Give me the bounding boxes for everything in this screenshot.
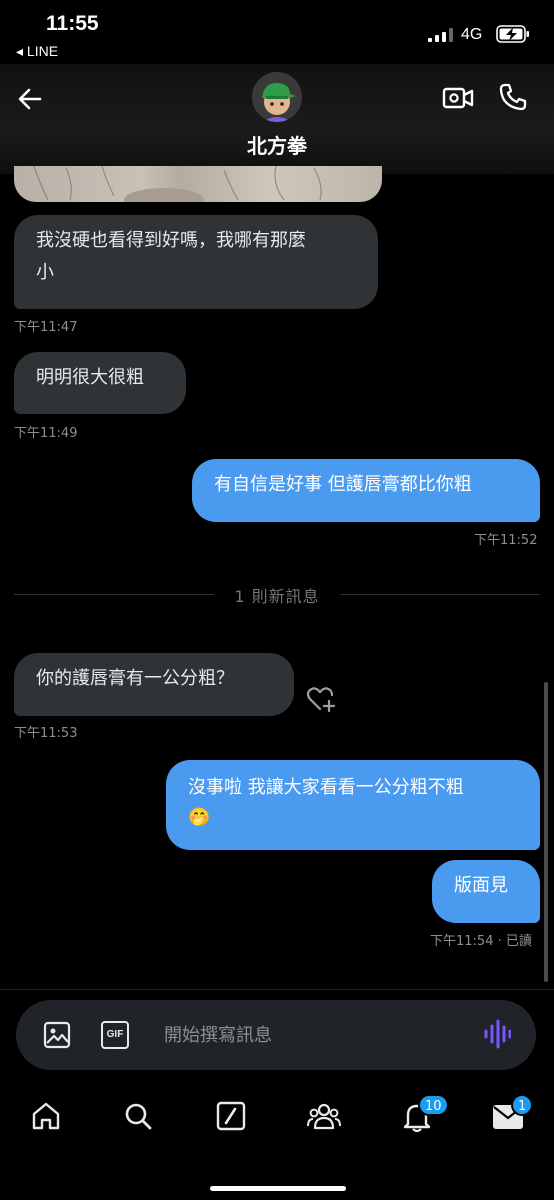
grok-icon[interactable] <box>216 1101 246 1131</box>
message-input[interactable]: 開始撰寫訊息 <box>164 1021 272 1047</box>
scrollbar[interactable] <box>544 682 548 982</box>
sent-message-bubble[interactable]: 沒事啦 我讓大家看看一公分粗不粗 🤭 <box>166 760 540 850</box>
message-composer <box>16 1000 536 1070</box>
message-timestamp: 下午11:52 <box>474 533 538 548</box>
status-time: 11:55 <box>46 12 99 35</box>
network-type: 4G <box>461 26 483 43</box>
message-timestamp-read: 下午11:54 · 已讀 <box>430 934 532 949</box>
new-messages-divider: 1 則新訊息 <box>234 587 320 606</box>
received-message-bubble[interactable]: 你的護唇膏有一公分粗？ <box>14 653 294 716</box>
received-message-bubble[interactable]: 明明很大很粗 <box>14 352 186 414</box>
video-call-icon[interactable] <box>442 84 474 112</box>
message-timestamp: 下午11:49 <box>14 426 78 441</box>
gif-icon[interactable]: GIF <box>101 1021 129 1049</box>
message-text: 你的護唇膏有一公分粗？ <box>36 668 234 689</box>
home-indicator <box>210 1186 346 1191</box>
back-to-app-link[interactable]: ◂ LINE <box>16 43 58 60</box>
voice-message-icon[interactable] <box>483 1018 511 1050</box>
message-text: 版面見 <box>454 875 508 896</box>
image-attachment-preview[interactable] <box>14 166 382 202</box>
divider <box>0 989 554 990</box>
add-reaction-heart-icon[interactable] <box>305 686 337 714</box>
signal-icon <box>428 28 453 42</box>
messages-badge: 1 <box>511 1094 534 1116</box>
communities-icon[interactable] <box>307 1101 341 1131</box>
message-timestamp: 下午11:53 <box>14 726 78 741</box>
sent-message-bubble[interactable]: 版面見 <box>432 860 540 923</box>
message-text-line: 小 <box>36 262 54 283</box>
emoji-hand-over-mouth: 🤭 <box>188 807 211 828</box>
message-timestamp: 下午11:47 <box>14 320 78 335</box>
image-icon[interactable] <box>43 1021 71 1049</box>
message-text: 明明很大很粗 <box>36 367 144 388</box>
battery-charging-icon <box>496 25 529 43</box>
search-icon[interactable] <box>123 1101 153 1131</box>
message-text-line: 我沒硬也看得到好嗎，我哪有那麼 <box>36 230 306 251</box>
received-message-bubble[interactable]: 我沒硬也看得到好嗎，我哪有那麼 小 <box>14 215 378 309</box>
chat-title: 北方拳 <box>247 134 307 158</box>
home-icon[interactable] <box>31 1101 61 1131</box>
message-text: 有自信是好事 但護唇膏都比你粗 <box>214 474 472 495</box>
phone-call-icon[interactable] <box>498 82 528 112</box>
back-arrow-icon[interactable] <box>16 85 44 113</box>
notifications-badge: 10 <box>418 1094 449 1116</box>
contact-avatar[interactable] <box>252 72 302 122</box>
message-text-line: 沒事啦 我讓大家看看一公分粗不粗 <box>188 777 464 798</box>
sent-message-bubble[interactable]: 有自信是好事 但護唇膏都比你粗 <box>192 459 540 522</box>
